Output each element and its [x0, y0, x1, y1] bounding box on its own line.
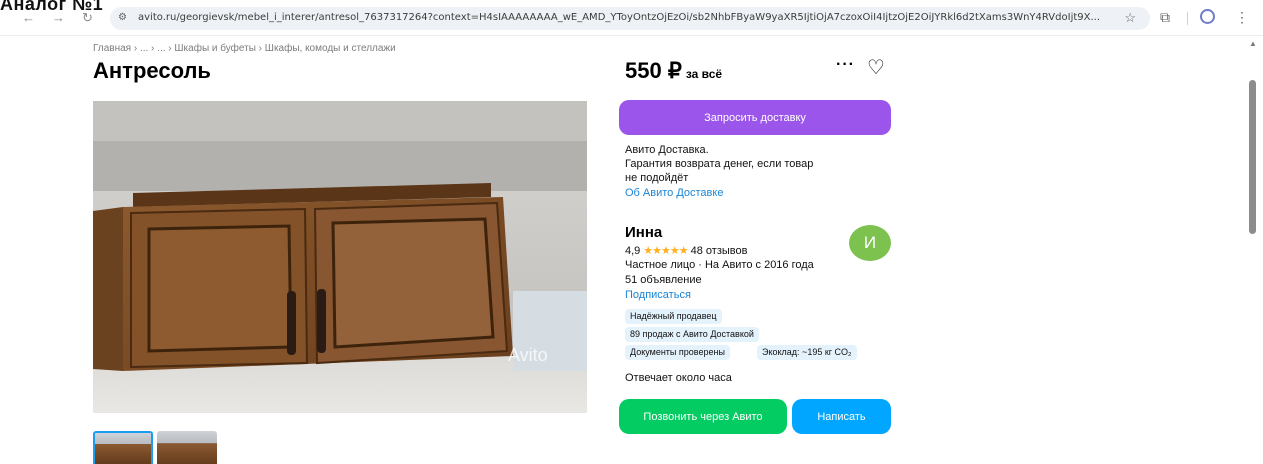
rating-value: 4,9 — [625, 245, 641, 257]
delivery-info-line-1: Авито Доставка. — [625, 144, 709, 156]
main-photo[interactable]: Avito — [93, 101, 587, 413]
delivery-info-line-3: не подойдёт — [625, 172, 689, 184]
badge-sales-count: 89 продаж с Авито Доставкой — [625, 327, 759, 342]
page-scrollbar[interactable]: ▲ — [1245, 36, 1263, 464]
subscribe-link[interactable]: Подписаться — [625, 289, 691, 301]
seller-listings[interactable]: 51 объявление — [625, 274, 702, 286]
delivery-info-line-2: Гарантия возврата денег, если товар — [625, 158, 814, 170]
badge-reliable-seller: Надёжный продавец — [625, 309, 722, 324]
toolbar-divider — [1187, 12, 1188, 25]
rating-stars-icon: ★★★★★ — [643, 245, 688, 257]
page-title: Антресоль — [93, 58, 211, 83]
favorite-heart-icon[interactable]: ♡ — [867, 55, 885, 80]
reviews-count[interactable]: 48 отзывов — [691, 245, 748, 257]
url-text[interactable]: avito.ru/georgievsk/mebel_i_interer/antr… — [138, 12, 1118, 23]
browser-menu-icon[interactable]: ⋮ — [1235, 9, 1249, 26]
scroll-up-arrow-icon[interactable]: ▲ — [1249, 39, 1257, 48]
scrollbar-thumb[interactable] — [1249, 80, 1256, 234]
seller-name[interactable]: Инна — [625, 224, 662, 241]
badge-docs-verified: Документы проверены — [625, 345, 730, 360]
site-settings-icon[interactable]: ⚙ — [118, 12, 127, 23]
call-button[interactable]: Позвонить через Авито — [619, 399, 787, 434]
about-delivery-link[interactable]: Об Авито Доставке — [625, 187, 723, 199]
browser-toolbar: ← → ↻ ⚙ avito.ru/georgievsk/mebel_i_inte… — [0, 0, 1263, 36]
breadcrumb[interactable]: Главная › ... › ... › Шкафы и буфеты › Ш… — [93, 43, 396, 54]
bookmark-star-icon[interactable]: ☆ — [1124, 10, 1136, 26]
price-suffix: за всё — [685, 67, 723, 81]
cabinet-photo: Avito — [93, 101, 587, 413]
delivery-info: Авито Доставка. Гарантия возврата денег,… — [625, 143, 875, 185]
seller-info: Частное лицо · На Авито с 2016 года — [625, 259, 814, 271]
extensions-icon[interactable]: ⧉ — [1160, 9, 1170, 26]
request-delivery-button[interactable]: Запросить доставку — [619, 100, 891, 135]
seller-rating[interactable]: 4,9 ★★★★★ 48 отзывов — [625, 244, 747, 257]
thumbnail-1[interactable] — [93, 431, 153, 464]
address-bar[interactable]: ⚙ avito.ru/georgievsk/mebel_i_interer/an… — [110, 7, 1150, 30]
thumbnail-2[interactable] — [157, 431, 217, 464]
price-amount: 550 ₽ — [625, 58, 682, 83]
more-options-icon[interactable]: ··· — [836, 56, 855, 74]
profile-icon[interactable] — [1200, 9, 1215, 24]
avito-watermark: Avito — [508, 345, 548, 365]
seller-avatar[interactable]: И — [849, 225, 891, 261]
write-message-button[interactable]: Написать — [792, 399, 891, 434]
overlay-label: Аналог №1 — [0, 0, 104, 14]
price: 550 ₽ за всё — [625, 58, 722, 84]
badge-eco[interactable]: Экоклад: ~195 кг CO₂ — [757, 345, 857, 360]
response-time: Отвечает около часа — [625, 372, 732, 384]
